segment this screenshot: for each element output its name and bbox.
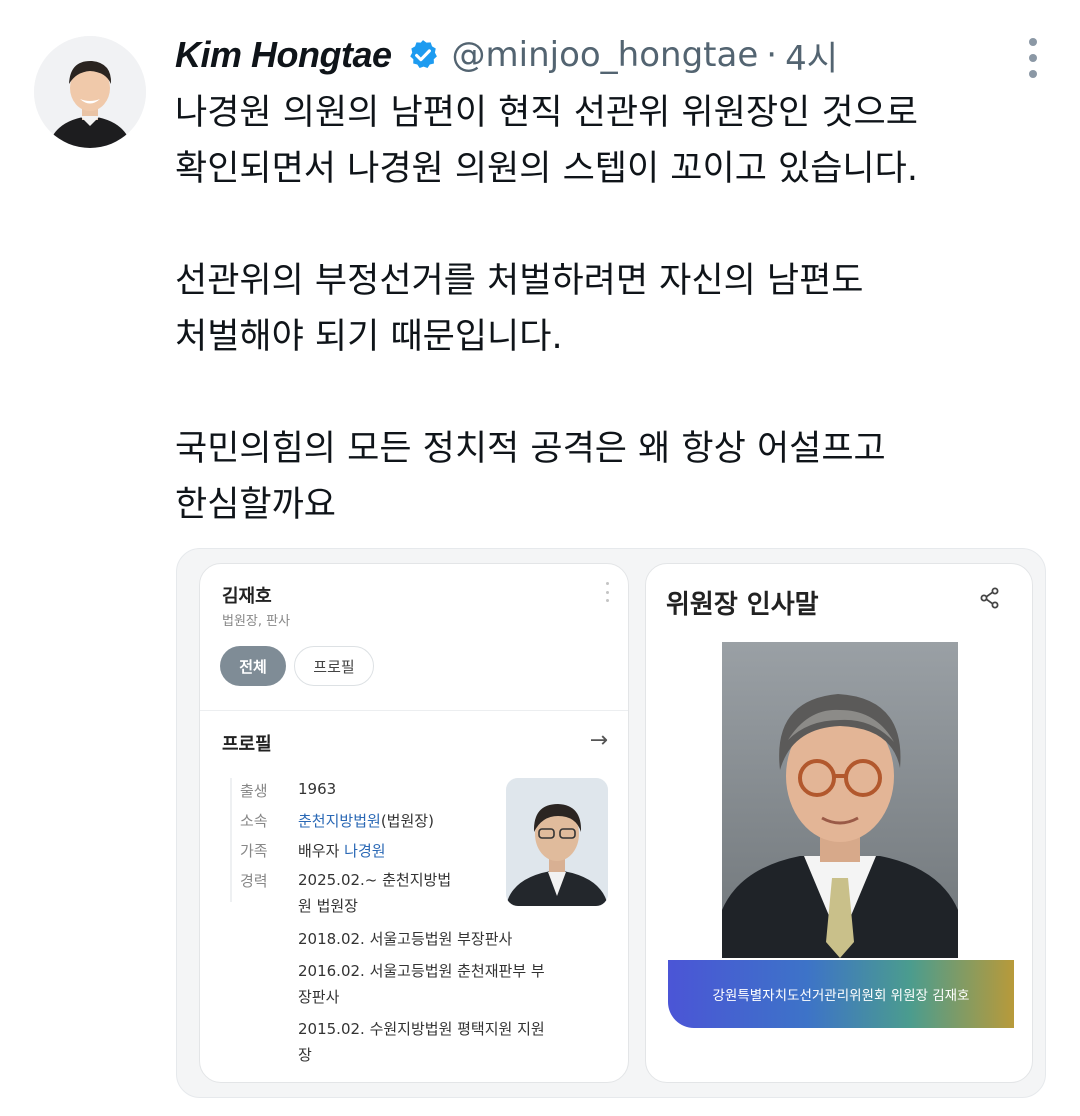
career-entry: 2015.02. 수원지방법원 평택지원 지원 xyxy=(298,1020,545,1038)
info-value: (법원장) xyxy=(380,812,434,830)
section-title: 프로필 xyxy=(222,734,272,755)
tweet-line: 국민의힘의 모든 정치적 공격은 왜 항상 어설프고 xyxy=(175,429,886,469)
divider xyxy=(200,710,628,711)
info-value: 1963 xyxy=(298,780,337,798)
info-value: 배우자 xyxy=(298,842,345,860)
person-role: 법원장, 판사 xyxy=(222,614,291,629)
chairman-portrait-image xyxy=(722,642,958,958)
tweet-line: 나경원 의원의 남편이 현직 선관위 위원장인 것으로 xyxy=(175,93,918,133)
info-label: 출생 xyxy=(240,782,268,800)
person-thumbnail[interactable] xyxy=(506,778,608,906)
share-icon[interactable] xyxy=(978,586,1002,610)
info-label: 소속 xyxy=(240,812,268,830)
timeline-line xyxy=(230,778,232,902)
tab-all[interactable]: 전체 xyxy=(220,646,286,686)
court-link[interactable]: 춘천지방법원 xyxy=(298,812,381,830)
tweet-timestamp[interactable]: 4시 xyxy=(785,31,838,80)
tweet-line: 처벌해야 되기 때문입니다. xyxy=(175,317,563,357)
verified-badge-icon xyxy=(409,40,437,69)
chairman-portrait xyxy=(722,642,958,958)
avatar-illustration xyxy=(34,36,146,148)
separator-dot: · xyxy=(766,35,778,75)
arrow-right-icon[interactable]: → xyxy=(590,728,608,753)
greeting-card: 위원장 인사말 강원특별자치도선거관리위원회 위원장 김재호 xyxy=(645,563,1033,1083)
tweet-header: Kim Hongtae @minjoo_hongtae · 4시 xyxy=(175,30,838,80)
career-entry: 2025.02.~ 춘천지방법 xyxy=(298,871,452,889)
tweet-body: 나경원 의원의 남편이 현직 선관위 위원장인 것으로 확인되면서 나경원 의원… xyxy=(175,85,1035,533)
tweet-line: 한심할까요 xyxy=(175,485,337,525)
career-entry: 2018.02. 서울고등법원 부장판사 xyxy=(298,930,513,948)
more-options-icon[interactable] xyxy=(1026,38,1040,78)
tab-profile[interactable]: 프로필 xyxy=(294,646,374,686)
tweet-line: 선관위의 부정선거를 처벌하려면 자신의 남편도 xyxy=(175,261,864,301)
tweet-media[interactable]: 김재호 법원장, 판사 전체 프로필 프로필 → 출생 1963 소속 춘천지방… xyxy=(176,548,1046,1098)
greeting-title: 위원장 인사말 xyxy=(666,590,819,620)
info-label: 경력 xyxy=(240,872,268,890)
career-entry: 장판사 xyxy=(298,988,340,1006)
career-entry: 장 xyxy=(298,1046,312,1064)
career-entry: 원 법원장 xyxy=(298,897,358,915)
info-label: 가족 xyxy=(240,842,268,860)
person-name: 김재호 xyxy=(222,586,272,607)
profile-card: 김재호 법원장, 판사 전체 프로필 프로필 → 출생 1963 소속 춘천지방… xyxy=(199,563,629,1083)
kebab-menu-icon xyxy=(604,582,610,602)
spouse-link[interactable]: 나경원 xyxy=(344,842,385,860)
person-thumbnail-image xyxy=(506,778,608,906)
author-name[interactable]: Kim Hongtae xyxy=(175,34,392,76)
tweet-line: 확인되면서 나경원 의원의 스텝이 꼬이고 있습니다. xyxy=(175,149,918,189)
author-handle[interactable]: @minjoo_hongtae xyxy=(452,35,759,75)
chairman-caption: 강원특별자치도선거관리위원회 위원장 김재호 xyxy=(668,960,1014,1028)
career-entry: 2016.02. 서울고등법원 춘천재판부 부 xyxy=(298,962,545,980)
author-avatar[interactable] xyxy=(34,36,146,148)
